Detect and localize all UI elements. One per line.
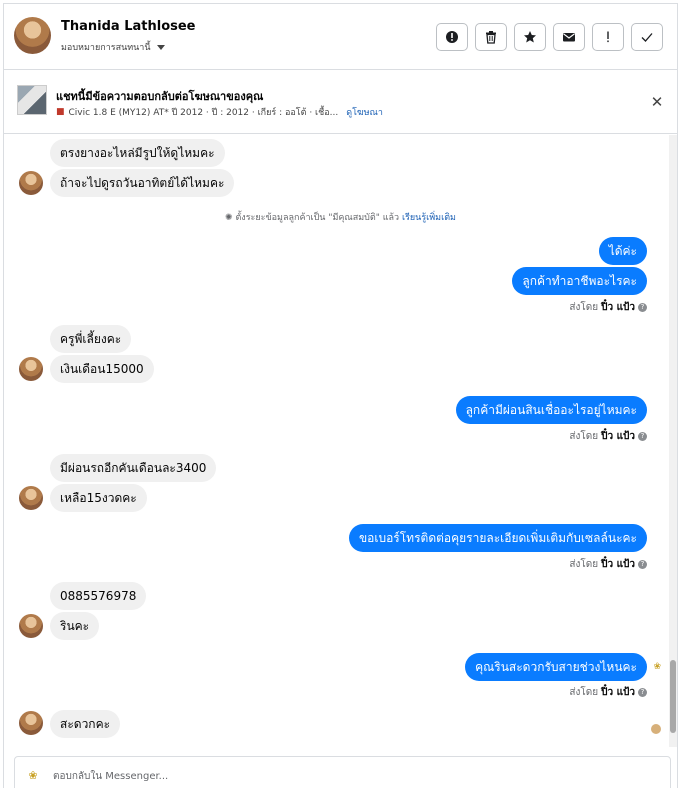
system-notice: ✺ ตั้งระยะข้อมูลลูกค้าเป็น "มีคุณสมบัติ"… xyxy=(4,210,677,224)
mark-spam-button[interactable] xyxy=(436,23,468,51)
outgoing-message: ลูกค้าทำอาชีพอะไรคะ xyxy=(512,267,647,295)
sender-avatar xyxy=(19,357,43,381)
car-icon: ■ xyxy=(56,107,65,117)
sender-avatar xyxy=(19,711,43,735)
exclamation-icon xyxy=(607,31,609,43)
incoming-message: มีผ่อนรถอีกคันเดือนละ3400 xyxy=(50,454,217,482)
follow-up-button[interactable] xyxy=(592,23,624,51)
alert-icon xyxy=(446,31,458,43)
seen-avatar-icon xyxy=(651,724,661,734)
sent-by-label: ส่งโดย ปิ๋ว แป้ว ? xyxy=(569,685,647,700)
sent-by-label: ส่งโดย ปิ๋ว แป้ว ? xyxy=(569,429,647,444)
mark-unread-button[interactable] xyxy=(553,23,585,51)
contact-name[interactable]: Thanida Lathlosee xyxy=(61,19,196,34)
sent-by-name: ปิ๋ว แป้ว xyxy=(601,302,635,313)
incoming-message: ถ้าจะไปดูรถวันอาทิตย์ได้ไหมคะ xyxy=(50,169,235,197)
qualified-icon: ✺ xyxy=(225,213,233,223)
sender-avatar xyxy=(19,486,43,510)
composer: ❀ xyxy=(14,756,671,788)
page-logo-icon: ❀ xyxy=(28,769,38,782)
outgoing-message: คุณรินสะดวกรับสายช่วงไหนคะ xyxy=(465,653,647,681)
chat-panel: Thanida Lathlosee มอบหมายการสนทนานี้ แชท… xyxy=(3,3,678,788)
incoming-message: รินคะ xyxy=(50,612,100,640)
conversation-header: Thanida Lathlosee มอบหมายการสนทนานี้ xyxy=(4,4,677,70)
banner-subtitle: ■ Civic 1.8 E (MY12) AT* ปี 2012 · ปี : … xyxy=(56,105,383,119)
outgoing-message: ลูกค้ามีผ่อนสินเชื่ออะไรอยู่ไหมคะ xyxy=(455,396,647,424)
incoming-message: 0885576978 xyxy=(50,582,147,610)
delivered-icon: ❀ xyxy=(653,662,661,672)
sent-by-prefix: ส่งโดย xyxy=(569,431,599,442)
action-toolbar xyxy=(436,23,663,51)
sent-by-name: ปิ๋ว แป้ว xyxy=(601,559,635,570)
help-icon[interactable]: ? xyxy=(638,432,647,441)
sent-by-label: ส่งโดย ปิ๋ว แป้ว ? xyxy=(569,300,647,315)
sender-avatar xyxy=(19,171,43,195)
star-button[interactable] xyxy=(514,23,546,51)
help-icon[interactable]: ? xyxy=(638,303,647,312)
sent-by-name: ปิ๋ว แป้ว xyxy=(601,431,635,442)
ad-thumbnail[interactable] xyxy=(17,85,47,115)
incoming-message: ตรงยางอะไหล่มีรูปให้ดูไหมคะ xyxy=(50,139,225,167)
learn-more-link[interactable]: เรียนรู้เพิ่มเติม xyxy=(402,213,456,223)
assign-label: มอบหมายการสนทนานี้ xyxy=(61,43,151,53)
close-icon[interactable]: ✕ xyxy=(649,94,665,110)
ad-details: Civic 1.8 E (MY12) AT* ปี 2012 · ปี : 20… xyxy=(68,108,339,118)
outgoing-message: ขอเบอร์โทรติดต่อคุยรายละเอียดเพิ่มเติมกั… xyxy=(348,524,647,552)
incoming-message: สะดวกคะ xyxy=(50,710,121,738)
mark-done-button[interactable] xyxy=(631,23,663,51)
view-ad-link[interactable]: ดูโฆษณา xyxy=(346,105,383,119)
sent-by-label: ส่งโดย ปิ๋ว แป้ว ? xyxy=(569,557,647,572)
chevron-down-icon xyxy=(156,44,165,50)
banner-title: แชทนี้มีข้อความตอบกลับต่อโฆษณาของคุณ xyxy=(56,90,264,103)
sent-by-prefix: ส่งโดย xyxy=(569,302,599,313)
sent-by-prefix: ส่งโดย xyxy=(569,687,599,698)
avatar[interactable] xyxy=(14,17,51,54)
incoming-message: ครูพี่เลี้ยงคะ xyxy=(50,325,132,353)
mail-icon xyxy=(563,33,575,42)
scrollbar-thumb[interactable] xyxy=(670,660,676,733)
star-icon xyxy=(524,31,536,43)
ad-reply-banner: แชทนี้มีข้อความตอบกลับต่อโฆษณาของคุณ ■ C… xyxy=(4,70,677,134)
trash-icon xyxy=(486,31,496,44)
help-icon[interactable]: ? xyxy=(638,688,647,697)
delete-button[interactable] xyxy=(475,23,507,51)
reply-input[interactable] xyxy=(53,765,653,787)
incoming-message: เหลือ15งวดคะ xyxy=(50,484,147,512)
notice-text: ตั้งระยะข้อมูลลูกค้าเป็น "มีคุณสมบัติ" แ… xyxy=(235,213,400,223)
help-icon[interactable]: ? xyxy=(638,560,647,569)
outgoing-message: ได้ค่ะ xyxy=(598,237,647,265)
sent-by-prefix: ส่งโดย xyxy=(569,559,599,570)
sent-by-name: ปิ๋ว แป้ว xyxy=(601,687,635,698)
incoming-message: เงินเดือน15000 xyxy=(50,355,154,383)
sender-avatar xyxy=(19,614,43,638)
message-thread: ตรงยางอะไหล่มีรูปให้ดูไหมคะ ถ้าจะไปดูรถว… xyxy=(4,135,677,756)
check-icon xyxy=(641,33,653,42)
scrollbar[interactable] xyxy=(669,135,677,747)
assign-dropdown[interactable]: มอบหมายการสนทนานี้ xyxy=(61,40,165,54)
